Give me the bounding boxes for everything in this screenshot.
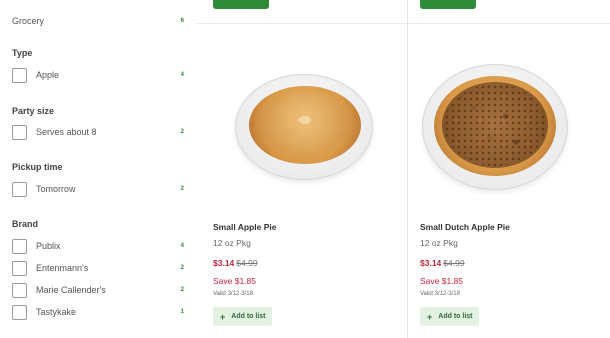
checkbox[interactable] bbox=[12, 282, 27, 298]
previous-row-button[interactable] bbox=[420, 0, 476, 9]
facet-count: 6 bbox=[180, 18, 184, 24]
filter-count: 2 bbox=[180, 186, 184, 192]
checkbox[interactable] bbox=[12, 181, 27, 197]
filter-count: 1 bbox=[180, 309, 184, 315]
checkbox[interactable] bbox=[12, 238, 27, 254]
filter-count: 2 bbox=[180, 265, 184, 271]
filter-publix[interactable]: Publix 4 bbox=[12, 236, 184, 256]
savings-text: Save $1.85 bbox=[213, 276, 257, 286]
valid-dates: Valid 3/12-3/18 bbox=[213, 291, 253, 297]
section-title-pickup-time: Pickup time bbox=[12, 162, 63, 172]
product-title[interactable]: Small Apple Pie bbox=[213, 222, 276, 232]
filter-tastykake[interactable]: Tastykake 1 bbox=[12, 302, 184, 322]
add-to-list-button[interactable]: + Add to list bbox=[420, 307, 480, 326]
grid-column-divider bbox=[407, 0, 408, 338]
savings-text: Save $1.85 bbox=[420, 276, 464, 286]
filter-label: Serves about 8 bbox=[36, 127, 97, 137]
filter-sidebar: Grocery 6 Type Apple 4 Party size Serves… bbox=[0, 0, 196, 338]
section-title-type: Type bbox=[12, 48, 33, 58]
original-price: $4.99 bbox=[236, 258, 258, 268]
sale-price: $3.14 bbox=[213, 258, 235, 268]
filter-label: Tastykake bbox=[36, 307, 77, 317]
plus-icon: + bbox=[220, 311, 226, 322]
product-image-small-dutch-apple-pie[interactable] bbox=[420, 62, 570, 192]
section-title-brand: Brand bbox=[12, 219, 39, 229]
valid-dates: Valid 3/12-3/18 bbox=[420, 291, 460, 297]
product-image-small-apple-pie[interactable] bbox=[229, 72, 379, 182]
checkbox[interactable] bbox=[12, 304, 27, 320]
filter-marie-callenders[interactable]: Marie Callender's 2 bbox=[12, 280, 184, 300]
filter-label: Marie Callender's bbox=[36, 285, 106, 295]
filter-count: 2 bbox=[180, 129, 184, 135]
grid-top-divider bbox=[196, 23, 610, 24]
product-price: $3.14 $4.99 bbox=[213, 258, 258, 268]
filter-count: 4 bbox=[180, 72, 184, 78]
facet-label: Grocery bbox=[12, 16, 45, 26]
section-title-party-size: Party size bbox=[12, 106, 55, 116]
crumb-texture bbox=[444, 84, 546, 166]
pie-vent bbox=[299, 116, 311, 124]
add-to-list-button[interactable]: + Add to list bbox=[213, 307, 273, 326]
filter-serves-about-8[interactable]: Serves about 8 2 bbox=[12, 122, 184, 142]
checkbox[interactable] bbox=[12, 260, 27, 276]
original-price: $4.99 bbox=[443, 258, 465, 268]
filter-label: Publix bbox=[36, 241, 61, 251]
filter-label: Apple bbox=[36, 70, 60, 80]
add-to-list-label: Add to list bbox=[438, 313, 473, 320]
product-size: 12 oz Pkg bbox=[213, 238, 251, 248]
checkbox[interactable] bbox=[12, 67, 27, 83]
filter-tomorrow[interactable]: Tomorrow 2 bbox=[12, 179, 184, 199]
filter-label: Entenmann's bbox=[36, 263, 89, 273]
filter-count: 2 bbox=[180, 287, 184, 293]
plus-icon: + bbox=[427, 311, 433, 322]
product-price: $3.14 $4.99 bbox=[420, 258, 465, 268]
filter-entenmanns[interactable]: Entenmann's 2 bbox=[12, 258, 184, 278]
sale-price: $3.14 bbox=[420, 258, 442, 268]
product-size: 12 oz Pkg bbox=[420, 238, 458, 248]
filter-count: 4 bbox=[180, 243, 184, 249]
checkbox[interactable] bbox=[12, 124, 27, 140]
filter-label: Tomorrow bbox=[36, 184, 76, 194]
previous-row-button[interactable] bbox=[213, 0, 269, 9]
filter-apple[interactable]: Apple 4 bbox=[12, 65, 184, 85]
product-title[interactable]: Small Dutch Apple Pie bbox=[420, 222, 510, 232]
facet-grocery[interactable]: Grocery 6 bbox=[12, 11, 184, 31]
add-to-list-label: Add to list bbox=[231, 313, 266, 320]
